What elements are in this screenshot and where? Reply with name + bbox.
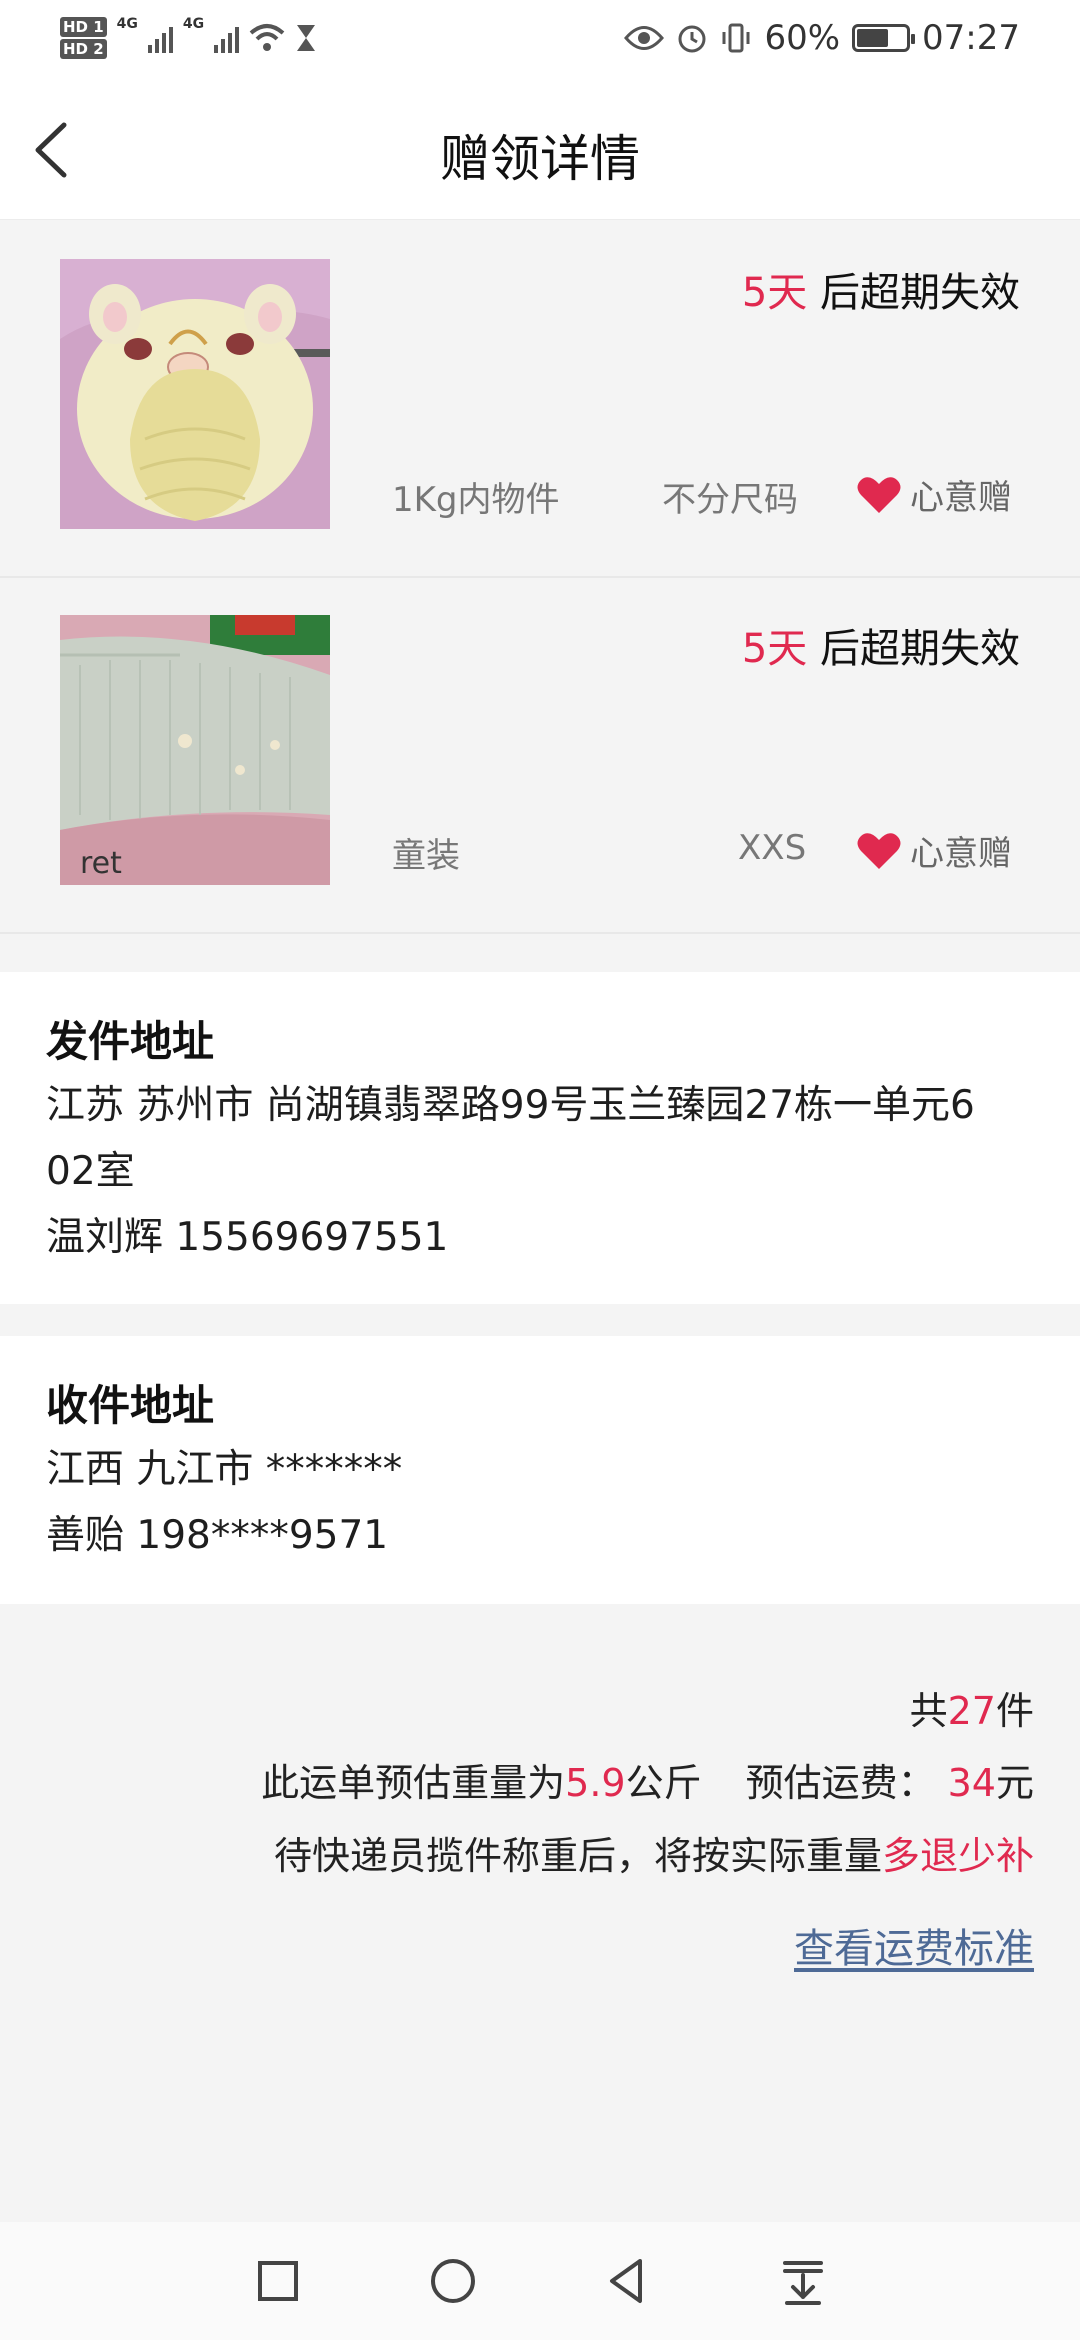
gift-tag: 心意赠 bbox=[856, 470, 1012, 519]
sender-heading: 发件地址 bbox=[46, 1017, 215, 1066]
list-item[interactable]: 5天 后超期失效 1Kg内物件 不分尺码 心意赠 bbox=[0, 222, 1080, 578]
page-title: 赠领详情 bbox=[440, 130, 640, 188]
status-bar: HD 1 HD 2 4G 4G 60% 07:27 bbox=[0, 0, 1080, 75]
system-nav-bar bbox=[0, 2222, 1080, 2340]
item-photo-pillow[interactable] bbox=[60, 259, 330, 529]
sim2-label: HD 2 bbox=[60, 38, 107, 59]
fee-standard-link[interactable]: 查看运费标准 bbox=[794, 1916, 1034, 1974]
battery-level bbox=[857, 28, 889, 47]
heart-icon bbox=[857, 832, 901, 869]
item-list: 5天 后超期失效 1Kg内物件 不分尺码 心意赠 ret 5天 后超期失效 童装… bbox=[0, 222, 1080, 934]
count-value: 27 bbox=[947, 1689, 996, 1733]
status-left: HD 1 HD 2 4G 4G bbox=[60, 16, 317, 60]
gift-label: 心意赠 bbox=[910, 834, 1012, 874]
triangle-back-icon[interactable] bbox=[598, 2251, 658, 2311]
network-type-1: 4G bbox=[116, 15, 138, 32]
count-prefix: 共 bbox=[909, 1689, 948, 1733]
item-category: 1Kg内物件 bbox=[392, 480, 560, 520]
weight-value: 5.9 bbox=[565, 1761, 626, 1805]
receiver-address-card: 收件地址 江西 九江市 ******* 善贻 198****9571 bbox=[0, 1336, 1080, 1604]
wifi-icon bbox=[249, 23, 285, 51]
weight-note: 待快递员揽件称重后，将按实际重量多退少补 bbox=[274, 1825, 1034, 1880]
clock: 07:27 bbox=[922, 17, 1020, 58]
eye-icon bbox=[624, 25, 665, 50]
vibrate-icon bbox=[722, 23, 750, 52]
clothing-image: ret bbox=[60, 615, 330, 885]
status-right: 60% 07:27 bbox=[624, 18, 1020, 58]
battery-icon bbox=[852, 23, 916, 52]
network-type-2: 4G bbox=[182, 15, 205, 32]
weight-prefix: 此运单预估重量为 bbox=[261, 1761, 566, 1805]
gift-label: 心意赠 bbox=[910, 478, 1012, 518]
battery-percent: 60% bbox=[764, 17, 841, 58]
item-size: 不分尺码 bbox=[662, 480, 798, 520]
sender-address-line1: 江苏 苏州市 尚湖镇翡翠路99号玉兰臻园27栋一单元6 bbox=[46, 1083, 975, 1128]
expire-days: 5天 bbox=[741, 626, 808, 672]
receiver-address: 江西 九江市 ******* bbox=[46, 1447, 403, 1492]
expire-suffix: 后超期失效 bbox=[807, 270, 1020, 316]
receiver-heading: 收件地址 bbox=[46, 1381, 215, 1430]
note-highlight: 多退少补 bbox=[881, 1834, 1034, 1878]
note-prefix: 待快递员揽件称重后，将按实际重量 bbox=[273, 1834, 882, 1878]
sender-contact: 温刘辉 15569697551 bbox=[46, 1215, 449, 1260]
alarm-icon bbox=[678, 25, 706, 52]
sim-indicator: HD 1 HD 2 bbox=[60, 16, 107, 60]
sim1-label: HD 1 bbox=[60, 16, 107, 37]
heart-icon bbox=[857, 476, 901, 513]
receiver-contact: 善贻 198****9571 bbox=[46, 1513, 389, 1558]
expire-days: 5天 bbox=[741, 270, 808, 316]
sender-address-line2: 02室 bbox=[46, 1149, 135, 1194]
item-count: 共27件 bbox=[910, 1680, 1034, 1735]
signal-icon-2 bbox=[214, 23, 240, 53]
weight-unit: 公斤 bbox=[625, 1761, 702, 1805]
fee-unit: 元 bbox=[995, 1761, 1034, 1805]
signal-icon bbox=[147, 23, 173, 53]
sender-address-card: 发件地址 江苏 苏州市 尚湖镇翡翠路99号玉兰臻园27栋一单元6 02室 温刘辉… bbox=[0, 972, 1080, 1304]
list-item[interactable]: ret 5天 后超期失效 童装 XXS 心意赠 bbox=[0, 578, 1080, 934]
svg-text:ret: ret bbox=[80, 846, 122, 881]
expire-text: 5天 后超期失效 bbox=[742, 260, 1020, 318]
expire-text: 5天 后超期失效 bbox=[742, 616, 1020, 674]
item-category: 童装 bbox=[392, 836, 460, 876]
title-bar: 赠领详情 bbox=[0, 75, 1080, 220]
pillow-image bbox=[60, 259, 330, 529]
gift-tag: 心意赠 bbox=[856, 826, 1012, 875]
circle-home-icon[interactable] bbox=[423, 2251, 483, 2311]
fee-value: 34 bbox=[947, 1761, 996, 1805]
expire-suffix: 后超期失效 bbox=[807, 626, 1020, 672]
weight-fee-line: 此运单预估重量为5.9公斤 预估运费： 34元 bbox=[261, 1752, 1034, 1807]
hourglass-icon bbox=[297, 24, 316, 51]
item-size: XXS bbox=[738, 828, 807, 868]
square-icon[interactable] bbox=[248, 2251, 308, 2311]
download-icon[interactable] bbox=[773, 2251, 833, 2311]
item-photo-clothing[interactable]: ret bbox=[60, 615, 330, 885]
fee-prefix: 预估运费： bbox=[745, 1761, 936, 1805]
count-suffix: 件 bbox=[995, 1689, 1034, 1733]
